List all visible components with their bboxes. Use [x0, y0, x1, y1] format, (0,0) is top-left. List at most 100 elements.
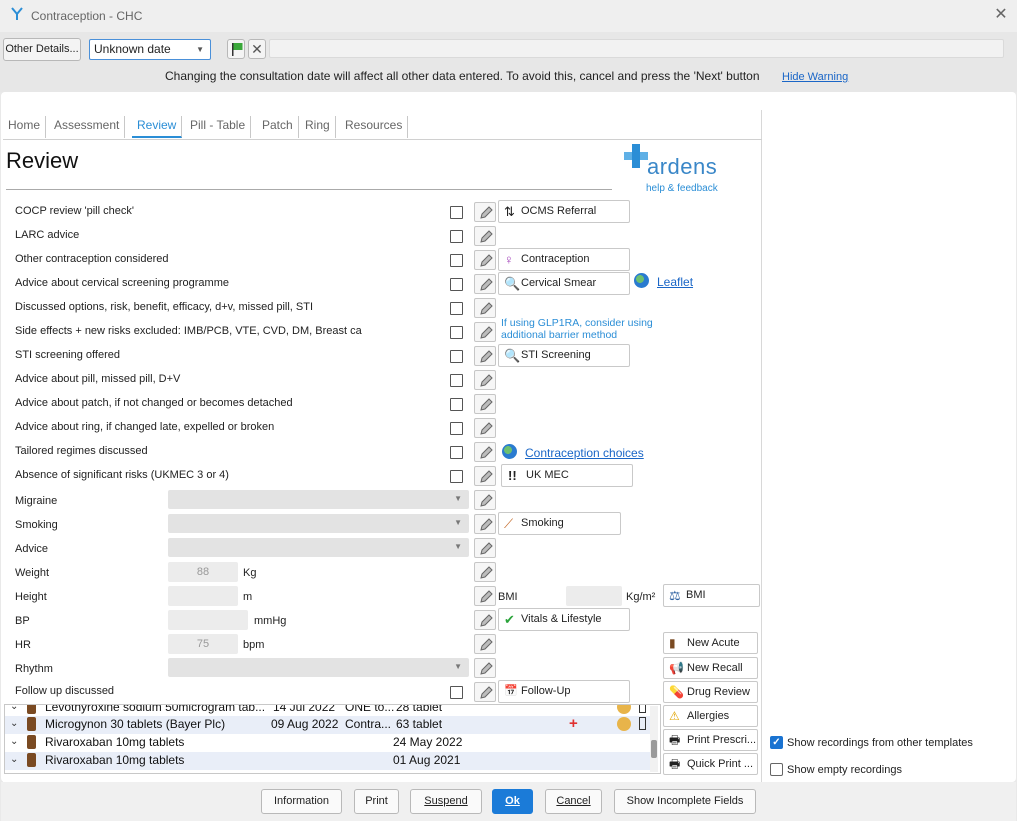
smoking-button[interactable]: ⟋ Smoking	[498, 512, 621, 535]
pencil-icon	[480, 230, 493, 243]
checkbox-cervical-advice[interactable]	[450, 278, 463, 291]
date-text-input[interactable]	[269, 39, 1004, 58]
edit-button[interactable]	[474, 490, 496, 510]
checkbox-other-contraception[interactable]	[450, 254, 463, 267]
edit-button[interactable]	[474, 538, 496, 558]
bmi-input[interactable]	[566, 586, 622, 606]
edit-button[interactable]	[474, 370, 496, 390]
show-empty-recordings-checkbox[interactable]	[770, 763, 783, 776]
information-button[interactable]: Information	[261, 789, 342, 814]
list-item[interactable]: ⌄ Rivaroxaban 10mg tablets 01 Aug 2021	[5, 752, 651, 770]
edit-button[interactable]	[474, 466, 496, 486]
checkbox-ring-advice[interactable]	[450, 422, 463, 435]
tab-home[interactable]: Home	[3, 116, 47, 138]
checkbox-discussed-options[interactable]	[450, 302, 463, 315]
bp-input[interactable]	[168, 610, 248, 630]
hr-unit: bpm	[243, 639, 265, 651]
bmi-button[interactable]: ⚖ BMI	[663, 584, 760, 607]
rhythm-select[interactable]: ▼	[168, 658, 469, 677]
edit-button[interactable]	[474, 610, 496, 630]
edit-button[interactable]	[474, 274, 496, 294]
print-prescription-button[interactable]: 🖶 Print Prescri...	[663, 729, 758, 751]
hr-input[interactable]: 75	[168, 634, 238, 654]
other-details-button[interactable]: Other Details...	[3, 38, 81, 61]
sti-screening-button[interactable]: 🔍 STI Screening	[498, 344, 630, 367]
drug-review-button[interactable]: 💊 Drug Review	[663, 681, 758, 703]
weight-input[interactable]: 88	[168, 562, 238, 582]
checkbox-patch-advice[interactable]	[450, 398, 463, 411]
checkbox-cocp-review[interactable]	[450, 206, 463, 219]
checkbox-pill-advice[interactable]	[450, 374, 463, 387]
medication-list[interactable]: ⌄ Levothyroxine sodium 50microgram tab..…	[4, 704, 661, 774]
tab-assessment[interactable]: Assessment	[49, 116, 126, 138]
print-button[interactable]: Print	[354, 789, 399, 814]
magnifier-icon: 🔍	[504, 276, 521, 291]
ok-button[interactable]: Ok	[492, 789, 533, 814]
pencil-icon	[480, 422, 493, 435]
checkbox-sti-offered[interactable]	[450, 350, 463, 363]
smoking-select[interactable]: ▼	[168, 514, 469, 533]
med-date: 01 Aug 2021	[393, 753, 461, 767]
edit-button[interactable]	[474, 514, 496, 534]
edit-button[interactable]	[474, 298, 496, 318]
edit-button[interactable]	[474, 202, 496, 222]
allergies-button[interactable]: ⚠ Allergies	[663, 705, 758, 727]
show-other-templates-label: Show recordings from other templates	[787, 737, 973, 749]
contraception-choices-link[interactable]: Contraception choices	[525, 446, 644, 460]
close-window-icon[interactable]: ✕	[992, 4, 1010, 24]
list-item[interactable]: ⌄ Rivaroxaban 10mg tablets 24 May 2022	[5, 734, 651, 752]
row-label-height: Height	[15, 591, 47, 603]
edit-button[interactable]	[474, 562, 496, 582]
advice-select[interactable]: ▼	[168, 538, 469, 557]
new-acute-button[interactable]: ▮ New Acute	[663, 632, 758, 654]
edit-button[interactable]	[474, 634, 496, 654]
edit-button[interactable]	[474, 226, 496, 246]
edit-button[interactable]	[474, 394, 496, 414]
migraine-select[interactable]: ▼	[168, 490, 469, 509]
cancel-button[interactable]: Cancel	[545, 789, 602, 814]
checkbox-follow-up[interactable]	[450, 686, 463, 699]
help-feedback-link[interactable]: help & feedback	[646, 183, 718, 194]
consultation-date-select[interactable]: Unknown date ▼	[89, 39, 211, 60]
flag-button[interactable]	[227, 39, 245, 59]
edit-button[interactable]	[474, 250, 496, 270]
ocms-referral-button[interactable]: ⇅ OCMS Referral	[498, 200, 630, 223]
hide-warning-link[interactable]: Hide Warning	[782, 71, 848, 83]
checkbox-larc-advice[interactable]	[450, 230, 463, 243]
contraception-label: Contraception	[521, 253, 590, 265]
contraception-button[interactable]: ♀ Contraception	[498, 248, 630, 271]
chevron-down-icon: ⌄	[10, 704, 19, 712]
quick-print-button[interactable]: 🖶 Quick Print ...	[663, 753, 758, 775]
new-recall-button[interactable]: 📢 New Recall	[663, 657, 758, 679]
edit-button[interactable]	[474, 682, 496, 702]
list-item[interactable]: ⌄ Microgynon 30 tablets (Bayer Plc) 09 A…	[5, 715, 651, 734]
cervical-smear-button[interactable]: 🔍 Cervical Smear	[498, 272, 630, 295]
checkbox-side-effects[interactable]	[450, 326, 463, 339]
scrollbar-thumb[interactable]	[651, 740, 657, 758]
checkbox-tailored-regimes[interactable]	[450, 446, 463, 459]
medication-scrollbar[interactable]	[650, 706, 658, 772]
vitals-lifestyle-button[interactable]: ✔ Vitals & Lifestyle	[498, 608, 630, 631]
uk-mec-button[interactable]: !! UK MEC	[501, 464, 633, 487]
edit-button[interactable]	[474, 658, 496, 678]
height-input[interactable]	[168, 586, 238, 606]
edit-button[interactable]	[474, 418, 496, 438]
show-other-templates-checkbox[interactable]: ✓	[770, 736, 783, 749]
suspend-button[interactable]: Suspend	[410, 789, 482, 814]
status-icon	[639, 705, 646, 713]
edit-button[interactable]	[474, 346, 496, 366]
edit-button[interactable]	[474, 586, 496, 606]
tab-pill-table[interactable]: Pill - Table	[185, 116, 252, 138]
tab-patch[interactable]: Patch	[257, 116, 299, 138]
follow-up-button[interactable]: 📅 Follow-Up	[498, 680, 630, 703]
tab-review[interactable]: Review	[132, 116, 183, 138]
leaflet-link[interactable]: Leaflet	[657, 275, 693, 289]
tab-resources[interactable]: Resources	[340, 116, 409, 138]
tab-ring[interactable]: Ring	[300, 116, 336, 138]
edit-button[interactable]	[474, 322, 496, 342]
clear-date-button[interactable]: ✕	[248, 39, 266, 59]
show-incomplete-fields-button[interactable]: Show Incomplete Fields	[614, 789, 756, 814]
edit-button[interactable]	[474, 442, 496, 462]
checkbox-absence-risks[interactable]	[450, 470, 463, 483]
med-date: 09 Aug 2022	[271, 717, 339, 731]
